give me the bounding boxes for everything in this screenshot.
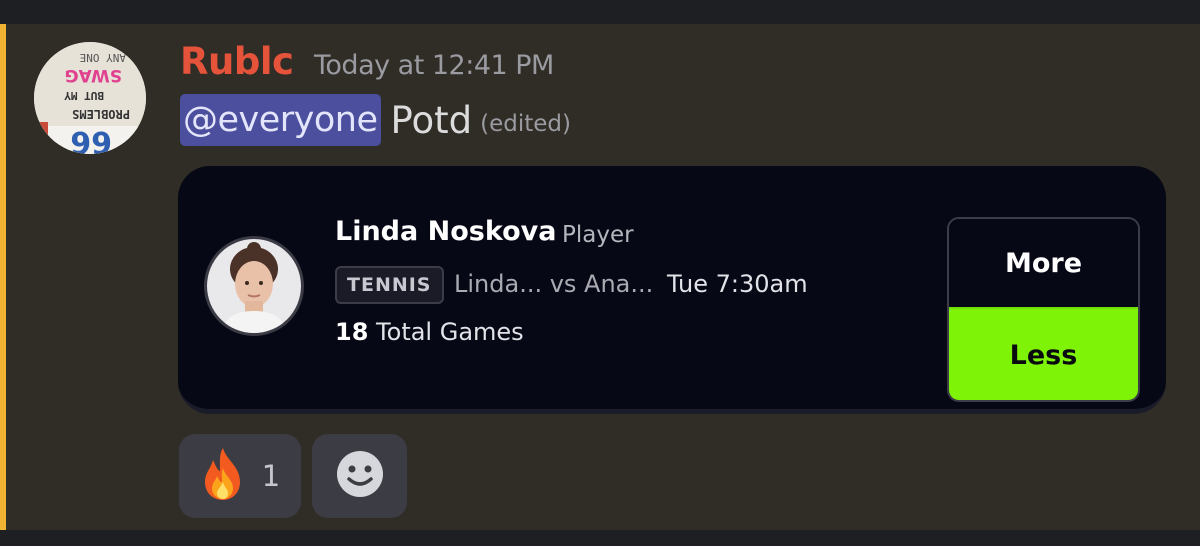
top-divider — [0, 0, 1200, 24]
more-button[interactable]: More — [949, 219, 1138, 309]
stat-value: 18 — [335, 318, 369, 346]
bottom-divider — [0, 530, 1200, 546]
fire-emoji-icon — [200, 446, 246, 506]
matchup-text: Linda... vs Ana... — [454, 270, 654, 298]
svg-text:66: 66 — [70, 124, 112, 154]
stat-line: 18 Total Games — [335, 318, 524, 346]
less-button[interactable]: Less — [949, 309, 1138, 400]
mention-highlight-bar — [0, 24, 6, 530]
svg-text:PROBLEMS: PROBLEMS — [72, 107, 130, 121]
stat-label: Total Games — [376, 318, 524, 346]
pick-selector: More Less — [947, 217, 1140, 402]
everyone-mention[interactable]: @everyone — [180, 94, 381, 146]
chat-message: ANY ONE SWAG BUT MY PROBLEMS 66 Rublc To… — [0, 24, 1200, 530]
reaction-fire[interactable]: 1 — [179, 434, 301, 518]
player-headshot — [204, 236, 304, 336]
match-time: Tue 7:30am — [667, 270, 808, 298]
message-text: Potd — [390, 98, 473, 142]
sport-badge: TENNIS — [335, 266, 444, 304]
svg-text:BUT MY: BUT MY — [64, 89, 104, 102]
svg-text:SWAG: SWAG — [65, 65, 122, 85]
username[interactable]: Rublc — [180, 40, 294, 83]
pick-card: Linda Noskova Player TENNIS Linda... vs … — [178, 166, 1166, 414]
edited-label: (edited) — [480, 111, 571, 137]
message-content: @everyone Potd (edited) — [180, 94, 571, 146]
add-reaction-button[interactable] — [312, 434, 407, 518]
message-timestamp: Today at 12:41 PM — [314, 50, 554, 81]
player-role: Player — [562, 222, 634, 248]
add-reaction-smiley-icon — [335, 449, 385, 503]
svg-text:ANY ONE: ANY ONE — [80, 51, 126, 64]
user-avatar[interactable]: ANY ONE SWAG BUT MY PROBLEMS 66 — [34, 42, 146, 154]
player-name[interactable]: Linda Noskova — [335, 216, 556, 247]
reaction-count: 1 — [261, 459, 281, 493]
